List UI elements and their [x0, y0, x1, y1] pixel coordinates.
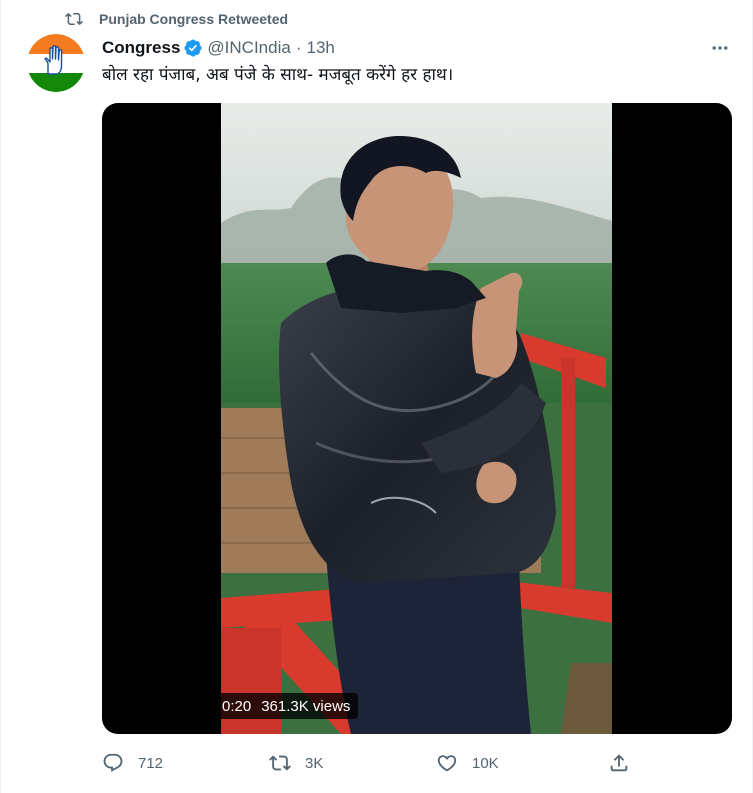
like-icon — [437, 755, 457, 772]
tweet-actions: 712 3K 10K — [102, 750, 642, 776]
like-button[interactable]: 10K — [436, 750, 499, 776]
share-icon — [610, 754, 628, 772]
retweet-icon — [269, 755, 291, 771]
share-button[interactable] — [608, 750, 630, 776]
reply-icon — [103, 753, 123, 772]
congress-hand-logo-icon — [27, 34, 85, 92]
retweet-count: 3K — [305, 754, 324, 772]
reply-button[interactable]: 712 — [102, 750, 163, 776]
verified-badge-icon — [184, 39, 202, 57]
video-player[interactable]: 0:20 361.3K views — [102, 103, 732, 734]
more-options-icon — [712, 46, 728, 50]
author-handle[interactable]: @INCIndia — [207, 38, 290, 58]
reply-count: 712 — [138, 754, 164, 772]
tweet-card[interactable]: Punjab Congress Retweeted Congress @INCI… — [0, 0, 753, 793]
more-options-button[interactable] — [708, 36, 732, 60]
video-frame — [221, 103, 612, 734]
tweet-timestamp[interactable]: 13h — [307, 38, 335, 58]
retweet-context[interactable]: Punjab Congress Retweeted — [65, 9, 288, 29]
author-name[interactable]: Congress — [102, 38, 180, 58]
tweet-header: Congress @INCIndia · 13h — [102, 36, 335, 60]
video-views: 361.3K views — [261, 697, 351, 715]
retweet-button[interactable]: 3K — [269, 750, 323, 776]
tweet-text: बोल रहा पंजाब, अब पंजे के साथ- मजबूत करे… — [102, 65, 454, 85]
video-duration: 0:20 — [222, 697, 252, 715]
like-count: 10K — [472, 754, 499, 772]
retweet-label[interactable]: Punjab Congress Retweeted — [99, 11, 288, 27]
video-stats-badge: 0:20 361.3K views — [214, 693, 359, 719]
avatar[interactable] — [27, 34, 85, 92]
separator-dot: · — [295, 38, 302, 57]
retweet-icon — [65, 12, 83, 26]
